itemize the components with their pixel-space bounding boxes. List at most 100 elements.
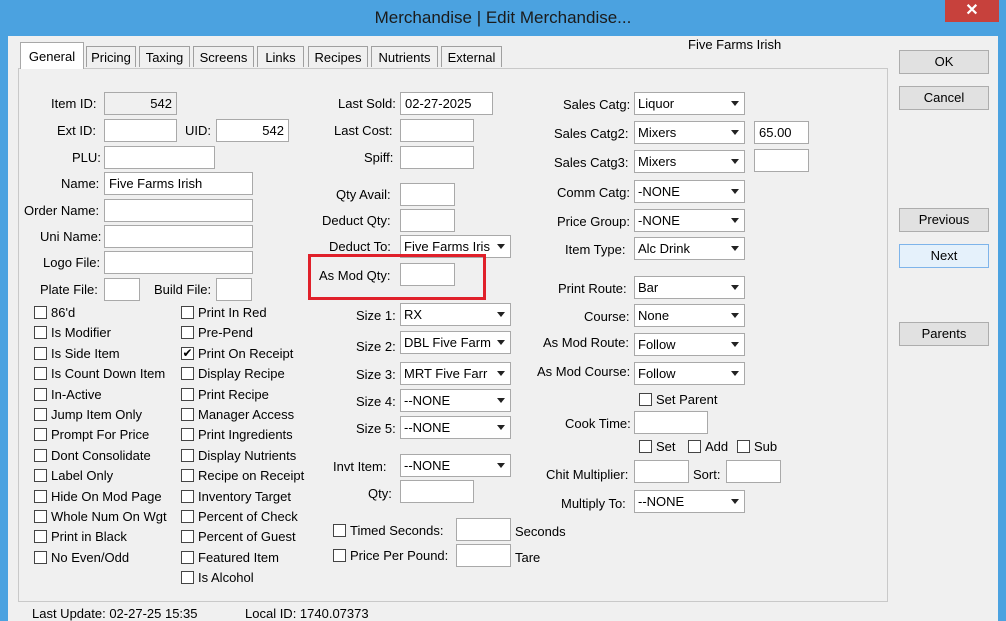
logo-file-field[interactable] (104, 251, 253, 274)
deduct-qty-field[interactable] (400, 209, 455, 232)
checkbox-box[interactable] (181, 489, 194, 503)
checkbox-label: Print in Black (51, 529, 127, 545)
size5-combo[interactable]: --NONE (400, 416, 511, 439)
checkbox-box[interactable] (34, 428, 47, 442)
last-sold-field[interactable]: 02-27-2025 (400, 92, 493, 115)
next-button[interactable]: Next (899, 244, 989, 268)
sales-catg-combo[interactable]: Liquor (634, 92, 745, 115)
cancel-button[interactable]: Cancel (899, 86, 989, 110)
timed-seconds-field[interactable] (456, 518, 511, 541)
order-name-field[interactable] (104, 199, 253, 222)
qty-field[interactable] (400, 480, 474, 503)
checkbox-box[interactable] (34, 550, 47, 564)
checkbox-box[interactable] (34, 469, 47, 483)
close-button[interactable]: ✕ (945, 0, 999, 22)
window-frame-right (998, 36, 1006, 621)
multiply-to-combo[interactable]: --NONE (634, 490, 745, 513)
print-route-combo[interactable]: Bar (634, 276, 745, 299)
checkbox-box[interactable] (34, 408, 47, 421)
chit-multiplier-field[interactable] (634, 460, 689, 483)
checkbox-box[interactable] (34, 367, 47, 381)
checkbox-box[interactable] (34, 489, 47, 503)
uid-field[interactable]: 542 (216, 119, 289, 142)
checkbox-box[interactable] (181, 571, 194, 585)
checkbox-box[interactable] (34, 448, 47, 462)
tab-nutrients[interactable]: Nutrients (371, 46, 438, 67)
checkbox-box[interactable] (639, 393, 652, 406)
checkbox-label: Is Count Down Item (51, 366, 166, 382)
tab-external[interactable]: External (441, 46, 502, 67)
size1-combo[interactable]: RX (400, 303, 511, 326)
checkbox-box[interactable] (34, 306, 47, 319)
checkbox-box[interactable] (181, 387, 194, 401)
plate-file-field[interactable] (104, 278, 140, 301)
chevron-down-icon (731, 101, 739, 106)
tab-pricing[interactable]: Pricing (86, 46, 136, 67)
item-type-label: Item Type: (565, 242, 626, 257)
size4-combo[interactable]: --NONE (400, 389, 511, 412)
sub-label: Sub (754, 439, 778, 454)
name-field[interactable]: Five Farms Irish (104, 172, 253, 195)
last-cost-label: Last Cost: (334, 123, 393, 138)
as-mod-route-combo[interactable]: Follow (634, 333, 745, 356)
sales-catg3-combo[interactable]: Mixers (634, 150, 745, 173)
size3-combo[interactable]: MRT Five Farr (400, 362, 511, 385)
build-file-field[interactable] (216, 278, 252, 301)
sales-catg2-amount-field[interactable]: 65.00 (754, 121, 809, 144)
as-mod-course-combo[interactable]: Follow (634, 362, 745, 385)
checkbox-box[interactable] (181, 428, 194, 442)
size2-combo[interactable]: DBL Five Farm (400, 331, 511, 354)
tab-taxing[interactable]: Taxing (139, 46, 190, 67)
checkbox-box[interactable] (181, 469, 194, 483)
price-per-pound-field[interactable] (456, 544, 511, 567)
chit-multiplier-label: Chit Multiplier: (546, 467, 629, 482)
checkbox-box[interactable] (181, 367, 194, 381)
ok-button[interactable]: OK (899, 50, 989, 74)
checkbox-box[interactable] (181, 530, 194, 544)
checkbox-box[interactable] (181, 510, 194, 523)
checkbox-box[interactable] (34, 387, 47, 401)
sort-field[interactable] (726, 460, 781, 483)
sales-catg3-amount-field[interactable] (754, 149, 809, 172)
comm-catg-combo[interactable]: -NONE (634, 180, 745, 203)
checkbox-box[interactable] (333, 549, 346, 562)
qty-avail-field[interactable] (400, 183, 455, 206)
checkbox-box[interactable] (333, 524, 346, 537)
checkbox-box[interactable] (639, 440, 652, 453)
last-sold-label: Last Sold: (338, 96, 396, 111)
size1-label: Size 1: (356, 308, 396, 323)
checkbox-box[interactable] (181, 550, 194, 564)
sales-catg3-value: Mixers (638, 154, 677, 169)
checkbox-box[interactable] (34, 530, 47, 544)
invt-item-combo[interactable]: --NONE (400, 454, 511, 477)
item-type-combo[interactable]: Alc Drink (634, 237, 745, 260)
uni-name-label: Uni Name: (40, 229, 102, 244)
checkbox-box[interactable] (181, 306, 194, 319)
tab-screens[interactable]: Screens (193, 46, 254, 67)
plu-field[interactable] (104, 146, 215, 169)
course-value: None (638, 308, 670, 323)
checkbox-box[interactable] (34, 510, 47, 523)
last-cost-field[interactable] (400, 119, 474, 142)
spiff-field[interactable] (400, 146, 474, 169)
tab-general[interactable]: General (20, 42, 84, 69)
ext-id-field[interactable] (104, 119, 177, 142)
price-group-combo[interactable]: -NONE (634, 209, 745, 232)
checkbox-box[interactable] (34, 346, 47, 360)
checkbox-box[interactable] (34, 326, 47, 340)
cook-time-field[interactable] (634, 411, 708, 434)
size1-value: RX (404, 307, 423, 322)
uni-name-field[interactable] (104, 225, 253, 248)
checkbox-box[interactable] (688, 440, 701, 453)
tab-recipes[interactable]: Recipes (308, 46, 368, 67)
checkbox-box[interactable] (181, 448, 194, 462)
checkbox-box[interactable] (181, 326, 194, 340)
sales-catg2-combo[interactable]: Mixers (634, 121, 745, 144)
checkmark-icon[interactable]: ✔ (181, 346, 194, 360)
checkbox-box[interactable] (737, 440, 750, 453)
checkbox-box[interactable] (181, 408, 194, 421)
previous-button[interactable]: Previous (899, 208, 989, 232)
parents-button[interactable]: Parents (899, 322, 989, 346)
tab-links[interactable]: Links (257, 46, 304, 67)
course-combo[interactable]: None (634, 304, 745, 327)
